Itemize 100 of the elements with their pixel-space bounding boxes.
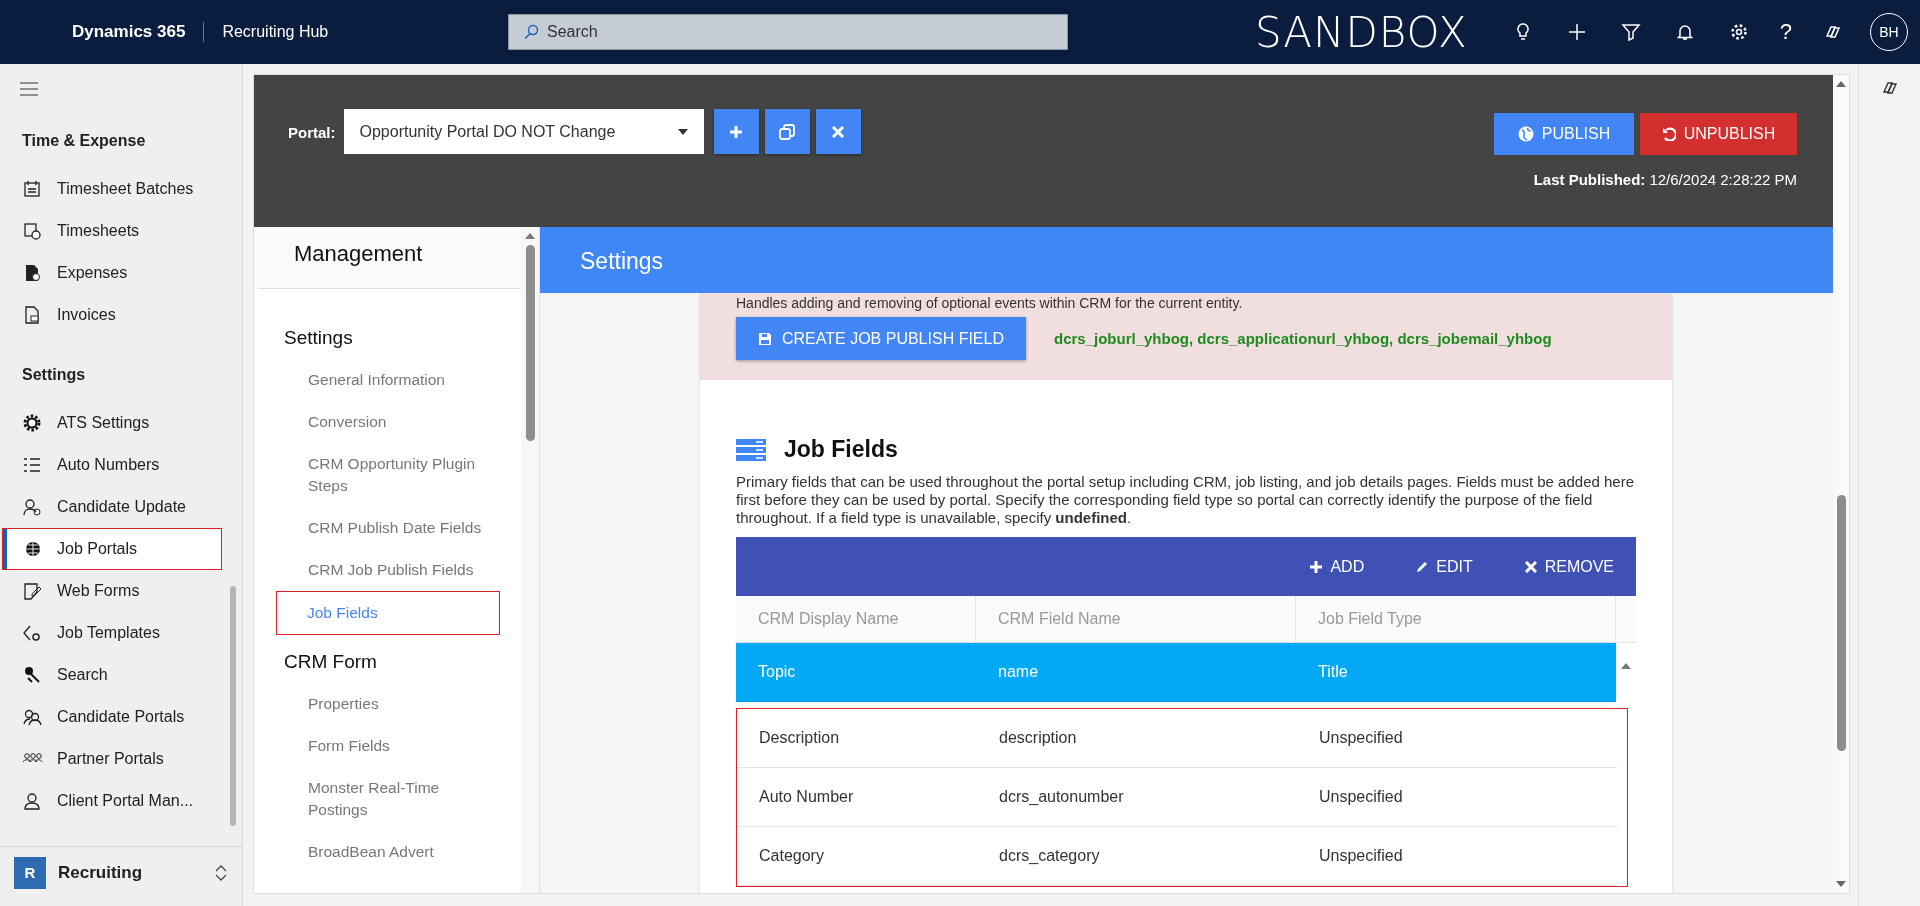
table-cell-text: Title	[1317, 663, 1349, 681]
nav-item[interactable]: Candidate Portals	[0, 696, 224, 738]
publish-button[interactable]: PUBLISH	[1494, 113, 1634, 155]
nav-item[interactable]: Job Portals	[2, 528, 222, 570]
group-heading: Time & Expense	[21, 131, 147, 151]
add-portal-button[interactable]	[713, 109, 759, 154]
menu-link[interactable]: Conversion	[254, 401, 521, 443]
edit-button[interactable]: EDIT	[1416, 557, 1473, 576]
environment-label: SANDBOX	[1254, 7, 1468, 57]
nav-item[interactable]: Timesheet Batches	[0, 168, 224, 210]
last-published-date: 12/6/2024 2:28:22 PM	[1649, 171, 1797, 188]
portal-name: Opportunity Portal DO NOT Change	[359, 122, 616, 141]
area-label: Recruiting	[58, 862, 144, 883]
settings-bar: Settings	[540, 227, 1833, 293]
save-icon	[758, 331, 772, 346]
scrollbar-thumb[interactable]	[230, 586, 236, 826]
nav-icon	[23, 180, 43, 198]
area-name[interactable]: Recruiting Hub	[204, 23, 329, 41]
scroll-up-arrow-icon[interactable]	[1836, 81, 1846, 87]
unpublish-button[interactable]: UNPUBLISH	[1640, 113, 1797, 155]
nav-item[interactable]: Auto Numbers	[0, 444, 224, 486]
table-cell-text: description	[998, 729, 1078, 747]
menu-link[interactable]: Form Fields	[254, 725, 521, 767]
table-row[interactable]: Auto Number dcrs_autonumber Unspecified	[737, 768, 1617, 827]
nav-item[interactable]: Expenses	[0, 252, 224, 294]
app-name[interactable]: Dynamics 365	[72, 22, 205, 42]
nav-item[interactable]: Client Portal Man...	[0, 780, 224, 822]
menu-link[interactable]: CRM Publish Date Fields	[254, 507, 521, 549]
pencil-icon	[1416, 560, 1429, 573]
nav-icon	[23, 414, 43, 432]
description-text: Primary fields that can be used throughout the portal setup including CRM, job listing, and job details pages. Fields must be added here first before they can be used by portal. Specify the corresponding field type so portal can correctly identify the purpose of the field throughout. If a field type is unavailable, specify undefined.	[736, 473, 1636, 527]
nav-item[interactable]: Job Templates	[0, 612, 224, 654]
table-cell-text: dcrs_category	[998, 847, 1101, 865]
settings-icon[interactable]	[1728, 22, 1749, 42]
nav-icon	[23, 222, 43, 240]
area-badge: R	[14, 856, 46, 889]
nav-icon	[23, 792, 43, 810]
table-row[interactable]: Description description Unspecified	[737, 709, 1617, 768]
bell-icon[interactable]	[1674, 22, 1695, 42]
list-icon	[736, 437, 766, 462]
section-heading: Settings	[283, 326, 354, 350]
scroll-up-arrow-icon[interactable]	[1621, 663, 1631, 669]
chevron-up-down-icon	[214, 863, 228, 882]
plus-icon	[729, 124, 743, 139]
globe-icon	[1517, 126, 1534, 142]
help-button[interactable]: ?	[1779, 19, 1792, 45]
copy-portal-button[interactable]	[764, 109, 810, 154]
table-row[interactable]: Category dcrs_category Unspecified	[737, 827, 1617, 886]
undo-icon	[1661, 127, 1676, 141]
group-heading: Settings	[21, 365, 87, 385]
help-text: Handles adding and removing of optional events within CRM for the current entity.	[736, 295, 1244, 311]
nav-icon	[23, 582, 43, 600]
section-title: Job Fields	[784, 436, 898, 463]
create-job-publish-field-button[interactable]: CREATE JOB PUBLISH FIELD	[736, 317, 1026, 360]
caret-icon	[677, 128, 688, 135]
menu-link[interactable]: General Information	[254, 359, 521, 401]
plus-icon	[1310, 560, 1323, 573]
nav-icon	[23, 540, 43, 558]
scrollbar-thumb[interactable]	[1836, 495, 1846, 751]
portal-label: Portal:	[288, 124, 336, 141]
menu-link[interactable]: Job Fields	[276, 591, 500, 635]
nav-icon	[23, 498, 43, 516]
plus-icon[interactable]	[1566, 22, 1587, 42]
copy-icon	[778, 122, 796, 141]
nav-item[interactable]: ATS Settings	[0, 402, 224, 444]
table-cell-text: Unspecified	[1318, 788, 1404, 806]
delete-portal-button[interactable]	[815, 109, 861, 154]
nav-item[interactable]: Invoices	[0, 294, 224, 336]
table-cell-text: Unspecified	[1318, 847, 1404, 865]
menu-icon[interactable]	[20, 82, 38, 96]
nav-item[interactable]: Timesheets	[0, 210, 224, 252]
menu-link[interactable]: CRM Job Publish Fields	[254, 549, 521, 591]
last-published-label: Last Published:	[1533, 171, 1646, 188]
nav-icon	[23, 264, 43, 282]
table-cell-text: Topic	[757, 663, 797, 681]
nav-item[interactable]: Partner Portals	[0, 738, 224, 780]
table-cell-text: Unspecified	[1318, 729, 1404, 747]
menu-link[interactable]: Properties	[254, 683, 521, 725]
portal-dropdown[interactable]: Opportunity Portal DO NOT Change	[343, 109, 704, 154]
add-button[interactable]: ADD	[1310, 557, 1365, 576]
remove-button[interactable]: REMOVE	[1524, 557, 1614, 576]
scroll-down-arrow-icon[interactable]	[1836, 881, 1846, 887]
field-list: dcrs_joburl_yhbog, dcrs_applicationurl_yhbog, dcrs_jobemail_yhbog	[1054, 330, 1552, 347]
scrollbar-thumb[interactable]	[525, 245, 535, 441]
table-cell-text: Description	[758, 729, 841, 747]
search-icon	[523, 24, 539, 40]
close-icon	[832, 125, 844, 138]
nav-icon	[23, 624, 43, 642]
nav-icon	[23, 708, 43, 726]
nav-item[interactable]: Search	[0, 654, 224, 696]
menu-link[interactable]: BroadBean Advert	[254, 831, 521, 873]
table-cell-text: name	[997, 663, 1040, 681]
menu-link[interactable]: Monster Real-Time Postings	[254, 767, 521, 831]
table-cell-text: Auto Number	[758, 788, 855, 806]
filter-icon[interactable]	[1620, 22, 1641, 42]
scroll-up-arrow-icon[interactable]	[525, 233, 535, 239]
menu-link[interactable]: CRM Opportunity Plugin Steps	[254, 443, 521, 507]
table-cell-text: Category	[758, 847, 825, 865]
nav-item[interactable]: Web Forms	[0, 570, 224, 612]
nav-item[interactable]: Candidate Update	[0, 486, 224, 528]
